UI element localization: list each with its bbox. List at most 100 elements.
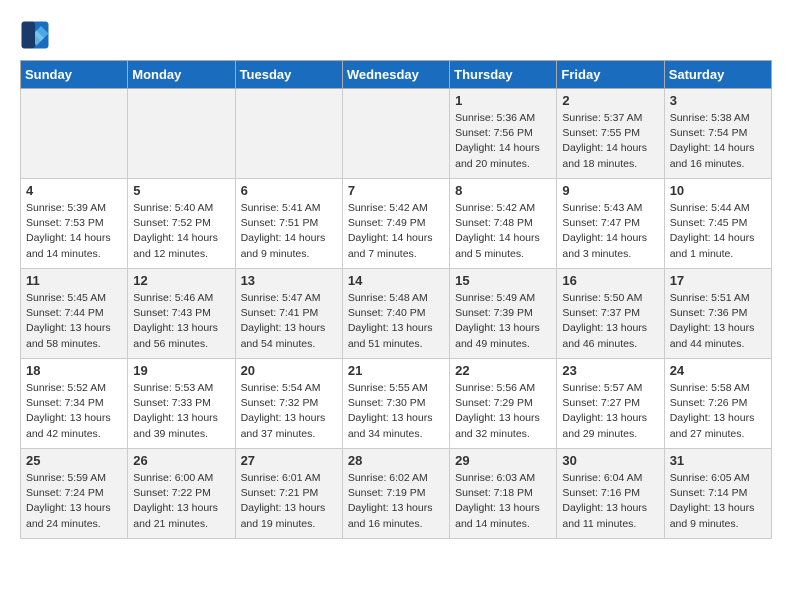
day-number: 24 bbox=[670, 363, 766, 378]
header-day-thursday: Thursday bbox=[450, 61, 557, 89]
day-info: Sunrise: 5:49 AM Sunset: 7:39 PM Dayligh… bbox=[455, 291, 551, 352]
calendar-cell: 10 Sunrise: 5:44 AM Sunset: 7:45 PM Dayli… bbox=[664, 179, 771, 269]
day-number: 5 bbox=[133, 183, 229, 198]
calendar-cell: 12Sunrise: 5:46 AM Sunset: 7:43 PM Dayli… bbox=[128, 269, 235, 359]
day-info: Sunrise: 5:51 AM Sunset: 7:36 PM Dayligh… bbox=[670, 291, 766, 352]
day-number: 1 bbox=[455, 93, 551, 108]
header bbox=[20, 20, 772, 50]
header-day-monday: Monday bbox=[128, 61, 235, 89]
day-number: 3 bbox=[670, 93, 766, 108]
day-info: Sunrise: 5:58 AM Sunset: 7:26 PM Dayligh… bbox=[670, 381, 766, 442]
day-info: Sunrise: 6:05 AM Sunset: 7:14 PM Dayligh… bbox=[670, 471, 766, 532]
day-number: 30 bbox=[562, 453, 658, 468]
day-number: 25 bbox=[26, 453, 122, 468]
day-number: 26 bbox=[133, 453, 229, 468]
calendar-cell: 15 Sunrise: 5:49 AM Sunset: 7:39 PM Dayli… bbox=[450, 269, 557, 359]
day-info: Sunrise: 6:00 AM Sunset: 7:22 PM Dayligh… bbox=[133, 471, 229, 532]
day-info: Sunrise: 5:44 AM Sunset: 7:45 PM Dayligh… bbox=[670, 201, 766, 262]
calendar-cell: 19 Sunrise: 5:53 AM Sunset: 7:33 PM Dayli… bbox=[128, 359, 235, 449]
week-row-1: 1Sunrise: 5:36 AM Sunset: 7:56 PM Daylig… bbox=[21, 89, 772, 179]
day-number: 20 bbox=[241, 363, 337, 378]
day-info: Sunrise: 5:59 AM Sunset: 7:24 PM Dayligh… bbox=[26, 471, 122, 532]
header-day-wednesday: Wednesday bbox=[342, 61, 449, 89]
week-row-4: 18Sunrise: 5:52 AM Sunset: 7:34 PM Dayli… bbox=[21, 359, 772, 449]
calendar-cell bbox=[21, 89, 128, 179]
day-number: 4 bbox=[26, 183, 122, 198]
day-info: Sunrise: 5:37 AM Sunset: 7:55 PM Dayligh… bbox=[562, 111, 658, 172]
day-info: Sunrise: 6:01 AM Sunset: 7:21 PM Dayligh… bbox=[241, 471, 337, 532]
calendar-cell: 27 Sunrise: 6:01 AM Sunset: 7:21 PM Dayli… bbox=[235, 449, 342, 539]
calendar-cell bbox=[235, 89, 342, 179]
calendar-cell: 3Sunrise: 5:38 AM Sunset: 7:54 PM Daylig… bbox=[664, 89, 771, 179]
header-day-tuesday: Tuesday bbox=[235, 61, 342, 89]
calendar-body: 1Sunrise: 5:36 AM Sunset: 7:56 PM Daylig… bbox=[21, 89, 772, 539]
calendar-cell: 20 Sunrise: 5:54 AM Sunset: 7:32 PM Dayli… bbox=[235, 359, 342, 449]
day-number: 7 bbox=[348, 183, 444, 198]
calendar-header: SundayMondayTuesdayWednesdayThursdayFrid… bbox=[21, 61, 772, 89]
week-row-3: 11Sunrise: 5:45 AM Sunset: 7:44 PM Dayli… bbox=[21, 269, 772, 359]
day-info: Sunrise: 5:50 AM Sunset: 7:37 PM Dayligh… bbox=[562, 291, 658, 352]
calendar-cell: 9 Sunrise: 5:43 AM Sunset: 7:47 PM Daylig… bbox=[557, 179, 664, 269]
day-number: 18 bbox=[26, 363, 122, 378]
day-info: Sunrise: 5:40 AM Sunset: 7:52 PM Dayligh… bbox=[133, 201, 229, 262]
header-row: SundayMondayTuesdayWednesdayThursdayFrid… bbox=[21, 61, 772, 89]
day-number: 2 bbox=[562, 93, 658, 108]
day-number: 17 bbox=[670, 273, 766, 288]
day-number: 14 bbox=[348, 273, 444, 288]
calendar-cell: 6Sunrise: 5:41 AM Sunset: 7:51 PM Daylig… bbox=[235, 179, 342, 269]
calendar-cell: 30Sunrise: 6:04 AM Sunset: 7:16 PM Dayli… bbox=[557, 449, 664, 539]
day-number: 16 bbox=[562, 273, 658, 288]
day-number: 29 bbox=[455, 453, 551, 468]
day-info: Sunrise: 5:43 AM Sunset: 7:47 PM Dayligh… bbox=[562, 201, 658, 262]
calendar-cell: 16 Sunrise: 5:50 AM Sunset: 7:37 PM Dayli… bbox=[557, 269, 664, 359]
calendar-cell bbox=[342, 89, 449, 179]
calendar-cell bbox=[128, 89, 235, 179]
calendar-cell: 26 Sunrise: 6:00 AM Sunset: 7:22 PM Dayli… bbox=[128, 449, 235, 539]
calendar-cell: 7 Sunrise: 5:42 AM Sunset: 7:49 PM Daylig… bbox=[342, 179, 449, 269]
day-info: Sunrise: 5:56 AM Sunset: 7:29 PM Dayligh… bbox=[455, 381, 551, 442]
calendar-cell: 2 Sunrise: 5:37 AM Sunset: 7:55 PM Daylig… bbox=[557, 89, 664, 179]
day-number: 19 bbox=[133, 363, 229, 378]
day-info: Sunrise: 5:42 AM Sunset: 7:49 PM Dayligh… bbox=[348, 201, 444, 262]
calendar-cell: 17 Sunrise: 5:51 AM Sunset: 7:36 PM Dayli… bbox=[664, 269, 771, 359]
day-number: 23 bbox=[562, 363, 658, 378]
day-number: 10 bbox=[670, 183, 766, 198]
day-info: Sunrise: 5:45 AM Sunset: 7:44 PM Dayligh… bbox=[26, 291, 122, 352]
day-number: 22 bbox=[455, 363, 551, 378]
calendar-cell: 25 Sunrise: 5:59 AM Sunset: 7:24 PM Dayli… bbox=[21, 449, 128, 539]
calendar-cell: 4 Sunrise: 5:39 AM Sunset: 7:53 PM Daylig… bbox=[21, 179, 128, 269]
day-info: Sunrise: 6:02 AM Sunset: 7:19 PM Dayligh… bbox=[348, 471, 444, 532]
calendar-cell: 13 Sunrise: 5:47 AM Sunset: 7:41 PM Dayli… bbox=[235, 269, 342, 359]
day-number: 31 bbox=[670, 453, 766, 468]
day-number: 21 bbox=[348, 363, 444, 378]
calendar-cell: 5 Sunrise: 5:40 AM Sunset: 7:52 PM Daylig… bbox=[128, 179, 235, 269]
header-day-saturday: Saturday bbox=[664, 61, 771, 89]
day-info: Sunrise: 5:55 AM Sunset: 7:30 PM Dayligh… bbox=[348, 381, 444, 442]
day-info: Sunrise: 5:53 AM Sunset: 7:33 PM Dayligh… bbox=[133, 381, 229, 442]
day-info: Sunrise: 5:57 AM Sunset: 7:27 PM Dayligh… bbox=[562, 381, 658, 442]
day-info: Sunrise: 5:41 AM Sunset: 7:51 PM Dayligh… bbox=[241, 201, 337, 262]
day-info: Sunrise: 6:03 AM Sunset: 7:18 PM Dayligh… bbox=[455, 471, 551, 532]
day-info: Sunrise: 5:39 AM Sunset: 7:53 PM Dayligh… bbox=[26, 201, 122, 262]
calendar-cell: 11Sunrise: 5:45 AM Sunset: 7:44 PM Dayli… bbox=[21, 269, 128, 359]
header-day-sunday: Sunday bbox=[21, 61, 128, 89]
day-number: 28 bbox=[348, 453, 444, 468]
day-number: 27 bbox=[241, 453, 337, 468]
calendar-table: SundayMondayTuesdayWednesdayThursdayFrid… bbox=[20, 60, 772, 539]
day-number: 13 bbox=[241, 273, 337, 288]
day-info: Sunrise: 5:42 AM Sunset: 7:48 PM Dayligh… bbox=[455, 201, 551, 262]
day-number: 9 bbox=[562, 183, 658, 198]
day-number: 12 bbox=[133, 273, 229, 288]
day-info: Sunrise: 5:54 AM Sunset: 7:32 PM Dayligh… bbox=[241, 381, 337, 442]
calendar-cell: 8 Sunrise: 5:42 AM Sunset: 7:48 PM Daylig… bbox=[450, 179, 557, 269]
logo bbox=[20, 20, 54, 50]
day-number: 15 bbox=[455, 273, 551, 288]
day-info: Sunrise: 5:47 AM Sunset: 7:41 PM Dayligh… bbox=[241, 291, 337, 352]
calendar-cell: 29 Sunrise: 6:03 AM Sunset: 7:18 PM Dayli… bbox=[450, 449, 557, 539]
calendar-cell: 18Sunrise: 5:52 AM Sunset: 7:34 PM Dayli… bbox=[21, 359, 128, 449]
day-info: Sunrise: 5:48 AM Sunset: 7:40 PM Dayligh… bbox=[348, 291, 444, 352]
calendar-cell: 21 Sunrise: 5:55 AM Sunset: 7:30 PM Dayli… bbox=[342, 359, 449, 449]
calendar-cell: 23 Sunrise: 5:57 AM Sunset: 7:27 PM Dayli… bbox=[557, 359, 664, 449]
calendar-cell: 24 Sunrise: 5:58 AM Sunset: 7:26 PM Dayli… bbox=[664, 359, 771, 449]
day-number: 8 bbox=[455, 183, 551, 198]
